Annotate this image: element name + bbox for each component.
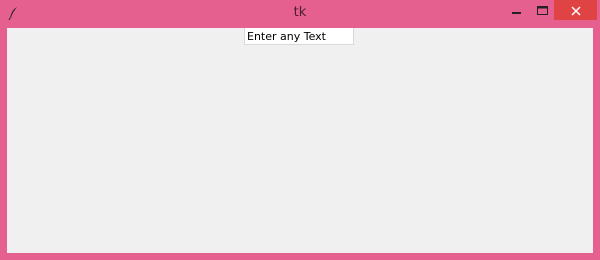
minimize-button[interactable] — [503, 0, 531, 20]
close-button[interactable] — [554, 0, 597, 20]
text-entry[interactable] — [244, 28, 354, 45]
window-client-area — [7, 28, 593, 253]
title-bar[interactable]: tk — [0, 0, 600, 28]
minimize-icon — [512, 1, 522, 20]
maximize-icon — [536, 1, 548, 20]
app-window: tk — [0, 0, 600, 260]
close-icon — [571, 1, 581, 20]
maximize-button[interactable] — [528, 0, 556, 20]
